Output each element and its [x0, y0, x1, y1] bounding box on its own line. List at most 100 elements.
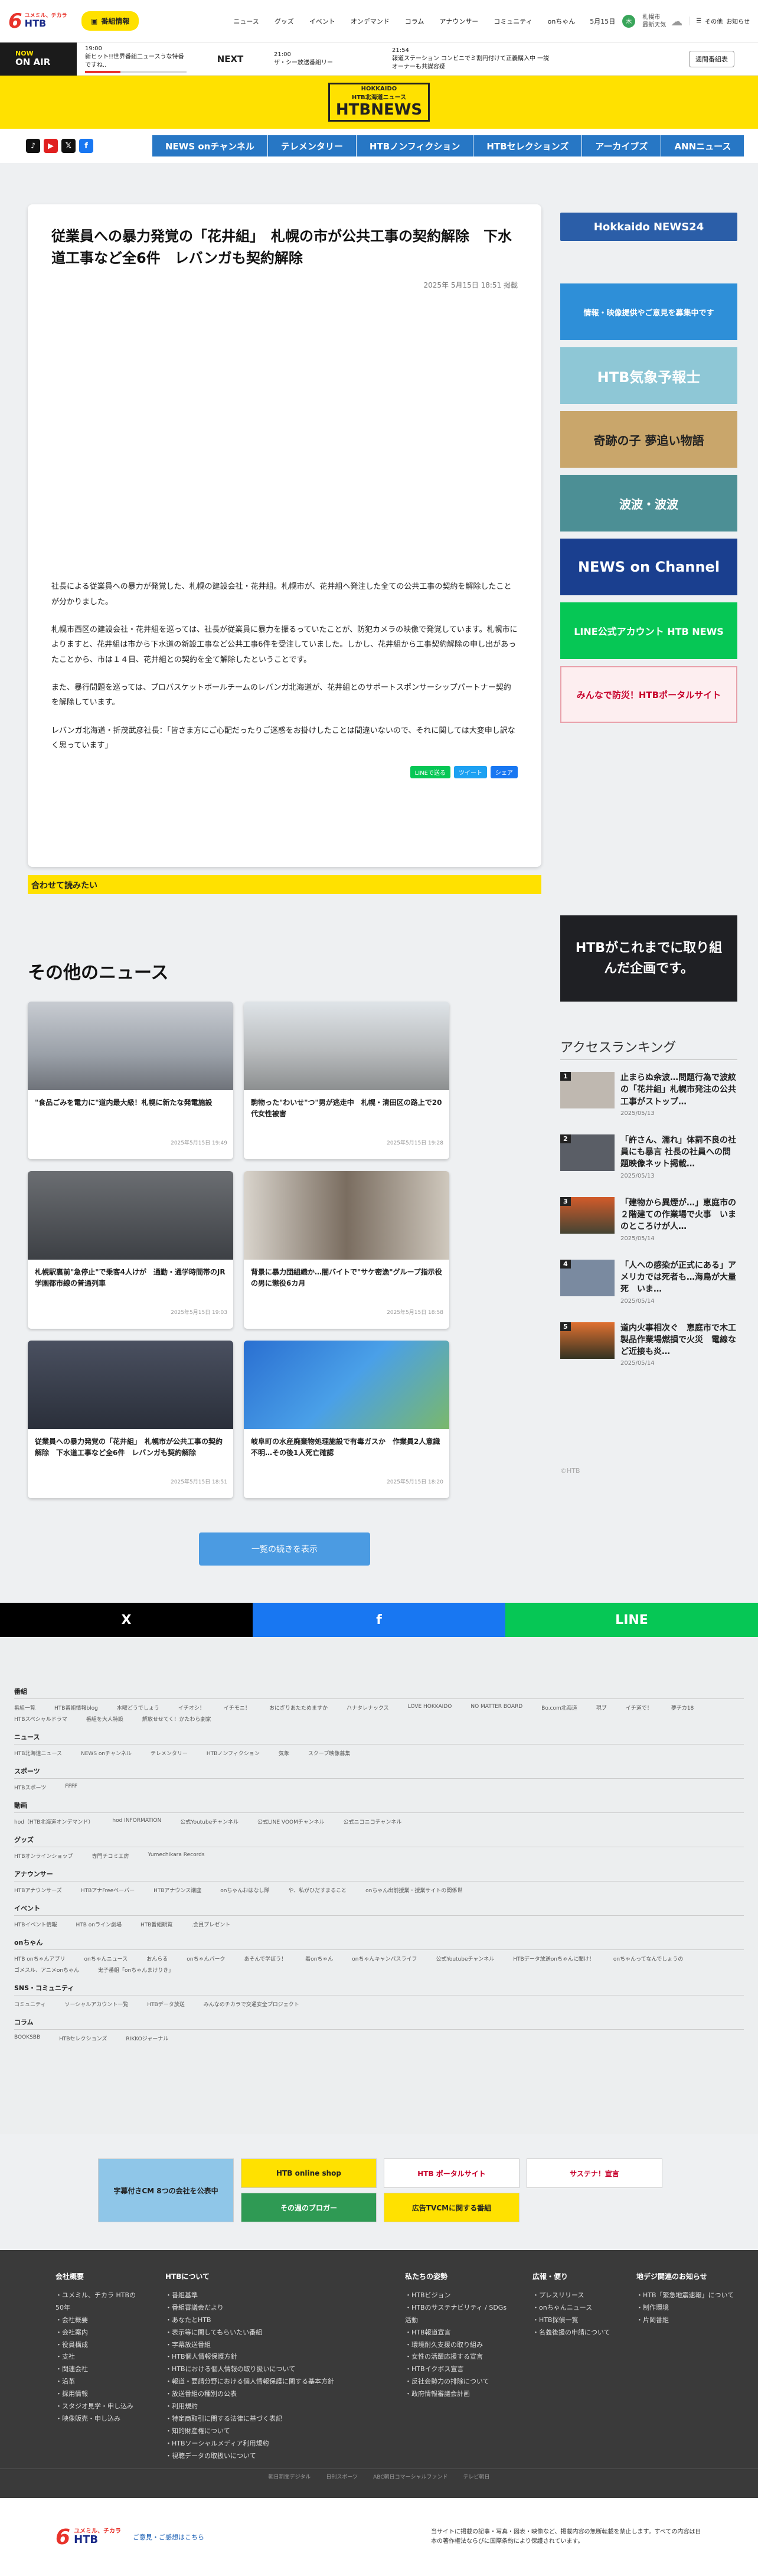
- sitemap-link[interactable]: HTBアナFreeペーパー: [81, 1886, 135, 1894]
- ranking-item[interactable]: 2 「許さん、濡れ」体罰不良の社員にも暴言 社長の社員への問題映像ネット掲載… 20…: [560, 1134, 737, 1179]
- footer-link[interactable]: ・環境耐久支援の取り組み: [405, 2339, 511, 2352]
- ranking-item[interactable]: 4 「人への感染が正式にある」アメリカでは死者も…海鳥が大量死 いま… 2025/0…: [560, 1259, 737, 1305]
- sitemap-link[interactable]: onちゃんおはなし隊: [220, 1886, 269, 1894]
- sitemap-link[interactable]: Bo.com北海道: [541, 1704, 577, 1711]
- sitemap-link[interactable]: 公式Youtubeチャンネル: [180, 1818, 238, 1825]
- sitemap-link[interactable]: HTBスポーツ: [14, 1783, 46, 1791]
- cat-ann-news[interactable]: ANNニュース: [661, 135, 745, 156]
- facebook-share[interactable]: f: [253, 1603, 505, 1637]
- news-card[interactable]: 従業員への暴力発覚の「花井組」 札幌市が公共工事の契約解除 下水道工事など全6件…: [28, 1341, 233, 1498]
- cat-selections[interactable]: HTBセレクションズ: [473, 135, 583, 156]
- sitemap-heading[interactable]: SNS・コミュニティ: [14, 1983, 744, 1995]
- footer-link[interactable]: ・HTB個人情報保護方針: [165, 2351, 384, 2363]
- footer-link[interactable]: ・HTBビジョン: [405, 2290, 511, 2302]
- weather-forecaster-banner[interactable]: HTB気象予報士: [560, 347, 737, 404]
- footer-logo[interactable]: 6: [55, 2525, 70, 2549]
- facebook-icon[interactable]: f: [79, 139, 93, 153]
- gnav-announcer[interactable]: アナウンサー: [439, 17, 478, 26]
- footer-link[interactable]: ・HTB探偵一覧: [532, 2314, 615, 2327]
- footer-link[interactable]: ・HTBにおける個人情報の取り扱いについて: [165, 2363, 384, 2376]
- sitemap-link[interactable]: HTBデータ放送onちゃんに聞け！: [513, 1955, 594, 1962]
- footer-link[interactable]: ・特定商取引に関する法律に基づく表記: [165, 2413, 384, 2425]
- ad-banner[interactable]: HTB online shop: [241, 2158, 377, 2188]
- ranking-item[interactable]: 3 「建物から異煙が…」恵庭市の２階建ての作業場で火事 いまのところけが人… 202…: [560, 1196, 737, 1242]
- sitemap-link[interactable]: 鬼子番組「onちゃんまけりき」: [98, 1966, 174, 1974]
- sitemap-link[interactable]: RIKKOジャーナル: [126, 2034, 168, 2042]
- tv-program-button[interactable]: ▣ 番組情報: [81, 11, 139, 31]
- sitemap-heading[interactable]: イベント: [14, 1903, 744, 1916]
- sitemap-link[interactable]: スクープ映像募集: [308, 1749, 350, 1757]
- gnav-community[interactable]: コミュニティ: [494, 17, 532, 26]
- sitemap-link[interactable]: HTBセレクションズ: [59, 2034, 107, 2042]
- top-link-other[interactable]: その他: [705, 17, 723, 25]
- cat-news-on-channel[interactable]: NEWS onチャンネル: [152, 135, 268, 156]
- sitemap-link[interactable]: コミュニティ: [14, 2000, 45, 2008]
- sitemap-link[interactable]: 夢チカ18: [671, 1704, 694, 1711]
- footer-link[interactable]: ・会社案内: [55, 2327, 144, 2339]
- footer-link[interactable]: ・報道・要請分野における個人情報保護に関する基本方針: [165, 2376, 384, 2388]
- line-share-button[interactable]: LINEで送る: [410, 766, 450, 779]
- facebook-share-button[interactable]: シェア: [491, 766, 518, 779]
- footer-link[interactable]: ・ユメミル、チカラ HTBの50年: [55, 2290, 144, 2314]
- footer-link[interactable]: ・採用情報: [55, 2388, 144, 2401]
- ad-banner[interactable]: その週のブロガー: [241, 2193, 377, 2222]
- footer-link[interactable]: ・番組基準: [165, 2290, 384, 2302]
- gnav-ondemand[interactable]: オンデマンド: [351, 17, 390, 26]
- ad-banner[interactable]: HTB ポータルサイト: [384, 2158, 520, 2188]
- sitemap-link[interactable]: 公式LINE VOOMチャンネル: [257, 1818, 325, 1825]
- footer-link[interactable]: ・onちゃんニュース: [532, 2302, 615, 2314]
- footer-link[interactable]: ・会社概要: [55, 2314, 144, 2327]
- footer-link[interactable]: ・放送番組の種別の公表: [165, 2388, 384, 2401]
- footer-link[interactable]: ・役員構成: [55, 2339, 144, 2352]
- cat-telementary[interactable]: テレメンタリー: [267, 135, 357, 156]
- x-icon[interactable]: 𝕏: [61, 139, 76, 153]
- youtube-icon[interactable]: ▶: [44, 139, 58, 153]
- sitemap-link[interactable]: BOOKSBB: [14, 2034, 40, 2042]
- ranking-item[interactable]: 1 止まらぬ余波…問題行為で波紋の「花井組」札幌市発注の公共工事がストップ… 202…: [560, 1072, 737, 1117]
- sitemap-link[interactable]: onちゃんってなんでしょうの: [613, 1955, 683, 1962]
- sitemap-link[interactable]: HTB北海道ニュース: [14, 1749, 62, 1757]
- footer-link[interactable]: ・スタジオ見学・申し込み: [55, 2401, 144, 2413]
- sitemap-link[interactable]: 公式Youtubeチャンネル: [436, 1955, 495, 1962]
- sitemap-link[interactable]: NO MATTER BOARD: [471, 1704, 522, 1711]
- news-card[interactable]: 駒物った"わいせ"つ"男が逃走中 札幌・清田区の路上で20代女性被害 2025年5…: [244, 1002, 449, 1159]
- footer-link[interactable]: ・反社会勢力の排除について: [405, 2376, 511, 2388]
- news-card[interactable]: "食品ごみを電力に"道内最大級！札幌に新たな発電施設 2025年5月15日 19:…: [28, 1002, 233, 1159]
- sitemap-heading[interactable]: onちゃん: [14, 1938, 744, 1950]
- htb-logo[interactable]: 6 ユメミル、チカラ HTB: [8, 9, 73, 33]
- sitemap-heading[interactable]: コラム: [14, 2017, 744, 2030]
- menu-icon[interactable]: ☰: [696, 18, 701, 24]
- footer-link[interactable]: ・あなたとHTB: [165, 2314, 384, 2327]
- sitemap-link[interactable]: HTB onライン劇場: [76, 1920, 122, 1928]
- footer-link[interactable]: ・字幕放送番組: [165, 2339, 384, 2352]
- documentary-banner[interactable]: 奇跡の子 夢追い物語: [560, 411, 737, 468]
- sitemap-link[interactable]: HTBオンラインショップ: [14, 1852, 73, 1860]
- sitemap-link[interactable]: HTBアナウンス講座: [153, 1886, 201, 1894]
- video-player[interactable]: [51, 290, 518, 579]
- sitemap-link[interactable]: みんなのチカラで交通安全プロジェクト: [204, 2000, 299, 2008]
- ad-banner[interactable]: 字幕付きCM 8つの会社を公表中: [98, 2158, 234, 2222]
- ad-banner[interactable]: 広告TVCMに関する番組: [384, 2193, 520, 2222]
- info-submit-banner[interactable]: 情報・映像提供やご意見を募集中です: [560, 283, 737, 340]
- footer-link[interactable]: ・表示等に関してもらいたい番組: [165, 2327, 384, 2339]
- tiktok-icon[interactable]: ♪: [26, 139, 40, 153]
- sitemap-link[interactable]: LOVE HOKKAIDO: [408, 1704, 452, 1711]
- sitemap-link[interactable]: 気象: [279, 1749, 289, 1757]
- sitemap-link[interactable]: onちゃん出前授業・授業サイトの関係世: [365, 1886, 462, 1894]
- news-on-channel-banner[interactable]: NEWS on Channel: [560, 539, 737, 595]
- sitemap-link[interactable]: や、私がひだすまること: [288, 1886, 347, 1894]
- sitemap-heading[interactable]: グッズ: [14, 1835, 744, 1847]
- sitemap-link[interactable]: HTB onちゃんアプリ: [14, 1955, 66, 1962]
- sitemap-link[interactable]: onちゃんキャンパスライフ: [352, 1955, 417, 1962]
- sitemap-heading[interactable]: 番組: [14, 1687, 744, 1699]
- footer-link[interactable]: ・知的財産権について: [165, 2425, 384, 2438]
- sitemap-link[interactable]: hod INFORMATION: [112, 1818, 161, 1825]
- sitemap-link[interactable]: 水曜どうでしょう: [117, 1704, 159, 1711]
- footer-link[interactable]: ・番組審議会だより: [165, 2302, 384, 2314]
- sitemap-link[interactable]: FFFF: [65, 1783, 77, 1791]
- sitemap-link[interactable]: 解放せせてく！かたわら劇家: [142, 1715, 211, 1723]
- sitemap-link[interactable]: おにぎりあたためますか: [269, 1704, 328, 1711]
- line-share[interactable]: LINE: [505, 1603, 758, 1637]
- line-official-banner[interactable]: LINE公式アカウント HTB NEWS: [560, 602, 737, 659]
- sitemap-link[interactable]: Yumechikara Records: [148, 1852, 204, 1860]
